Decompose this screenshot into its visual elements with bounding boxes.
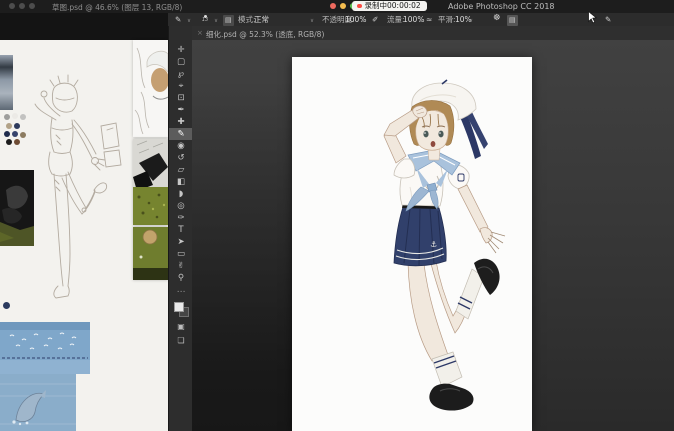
back-window-title: 草图.psd @ 46.6% (图层 13, RGB/8) <box>52 2 182 13</box>
camera-on-grass-photo <box>133 139 168 225</box>
color-swatches[interactable] <box>173 302 189 317</box>
palette-swatch <box>12 113 18 119</box>
seabirds-photo <box>0 322 90 374</box>
gear-icon[interactable]: ☸ <box>493 13 501 24</box>
back-window-traffic-lights[interactable] <box>9 3 35 9</box>
minimize-icon[interactable] <box>340 3 346 9</box>
blur-tool[interactable]: ◗ <box>169 188 193 200</box>
lasso-tool[interactable]: ℘ <box>169 68 193 80</box>
smoothing-label: 平滑: <box>438 14 456 25</box>
dodge-tool[interactable]: ◎ <box>169 200 193 212</box>
pressure-opacity-icon[interactable]: ✐ <box>372 14 378 25</box>
quick-mask-icon[interactable]: ▣ <box>169 321 193 333</box>
recording-badge[interactable]: 录制中00:00:02 <box>352 1 427 11</box>
gradient-tool[interactable]: ◧ <box>169 176 193 188</box>
palette-swatch <box>12 131 18 137</box>
move-tool[interactable]: ✛ <box>169 44 193 56</box>
anchor-icon: ⚓ <box>430 240 437 249</box>
brush-panel-toggle-icon[interactable]: ▤ <box>507 15 518 26</box>
hand-tool[interactable]: ✌ <box>169 260 193 272</box>
type-tool[interactable]: T <box>169 224 193 236</box>
mouse-cursor <box>588 11 597 24</box>
shoe-photo <box>0 170 34 246</box>
recording-dot-icon <box>357 4 362 9</box>
brush-size-value: 13 <box>198 18 212 23</box>
close-icon[interactable] <box>9 3 15 9</box>
brush-tool[interactable]: ✎ <box>169 128 193 140</box>
palette-swatch <box>3 302 10 309</box>
top-title-bar: 草图.psd @ 46.6% (图层 13, RGB/8) 录制中00:00:0… <box>0 0 674 13</box>
palette-swatch <box>4 131 10 137</box>
airbrush-icon[interactable]: ≈ <box>426 14 432 25</box>
zoom-tool[interactable]: ⚲ <box>169 272 193 284</box>
app-title: Adobe Photoshop CC 2018 <box>448 2 555 11</box>
sketch-figure <box>20 50 140 310</box>
palette-swatch <box>4 114 10 120</box>
marquee-tool[interactable]: ▢ <box>169 56 193 68</box>
flow-label: 流量: <box>387 14 405 25</box>
screen-mode-icon[interactable]: ❏ <box>169 335 193 347</box>
quick-selection-tool[interactable]: ⌖ <box>169 80 193 92</box>
tools-panel: ✛ ▢ ℘ ⌖ ⊡ ✒ ✚ ✎ ◉ ↺ ▱ ◧ ◗ ◎ ✑ T ➤ ▭ ✌ ⚲ … <box>168 26 194 431</box>
mode-select[interactable]: 正常 <box>254 14 269 25</box>
green-field-photo <box>133 227 168 280</box>
tab-close-icon[interactable]: × <box>197 29 203 37</box>
eyedropper-tool[interactable]: ✒ <box>169 104 193 116</box>
foreground-color-swatch[interactable] <box>174 302 184 312</box>
palette-swatch <box>6 123 12 129</box>
history-brush-tool[interactable]: ↺ <box>169 152 193 164</box>
photoshop-screen: 草图.psd @ 46.6% (图层 13, RGB/8) 录制中00:00:0… <box>0 0 674 431</box>
brush-settings-icon[interactable]: ✎ <box>605 14 611 25</box>
back-window-chrome <box>0 13 168 40</box>
eraser-tool[interactable]: ▱ <box>169 164 193 176</box>
brush-tool-icon[interactable]: ✎ <box>175 14 181 25</box>
document-tab-title: 细化.psd @ 52.3% (透底, RGB/8) <box>206 29 324 40</box>
tool-options-bar: ✎ ∨ 13 ∨ ▤ 模式: 正常 ∨ 不透明度: 100% ∨ ✐ 流量: 1… <box>168 13 674 27</box>
zoom-window-icon[interactable] <box>29 3 35 9</box>
reference-photo-strip <box>0 55 13 110</box>
artboard[interactable]: ⚓ <box>292 57 532 431</box>
crop-tool[interactable]: ⊡ <box>169 92 193 104</box>
brush-settings-panel-icon[interactable]: ▤ <box>223 15 234 26</box>
front-document-canvas[interactable]: ⚓ <box>192 40 674 431</box>
front-document-window: × 细化.psd @ 52.3% (透底, RGB/8) <box>192 26 674 431</box>
close-icon[interactable] <box>330 3 336 9</box>
mode-label: 模式: <box>238 14 256 25</box>
spot-healing-tool[interactable]: ✚ <box>169 116 193 128</box>
back-document-canvas[interactable] <box>0 40 168 431</box>
palette-swatch <box>6 139 12 145</box>
pen-tool[interactable]: ✑ <box>169 212 193 224</box>
dolphin-photo <box>0 374 76 431</box>
minimize-icon[interactable] <box>19 3 25 9</box>
clone-stamp-tool[interactable]: ◉ <box>169 140 193 152</box>
recording-timer: 录制中00:00:02 <box>365 1 421 11</box>
character-illustration: ⚓ <box>292 57 532 431</box>
shape-tool[interactable]: ▭ <box>169 248 193 260</box>
character-reference-image <box>133 40 168 137</box>
edit-toolbar-icon[interactable]: ⋯ <box>169 286 193 298</box>
brush-preset-preview[interactable]: 13 <box>198 13 212 23</box>
document-tab-bar[interactable]: × 细化.psd @ 52.3% (透底, RGB/8) <box>192 26 674 41</box>
path-selection-tool[interactable]: ➤ <box>169 236 193 248</box>
